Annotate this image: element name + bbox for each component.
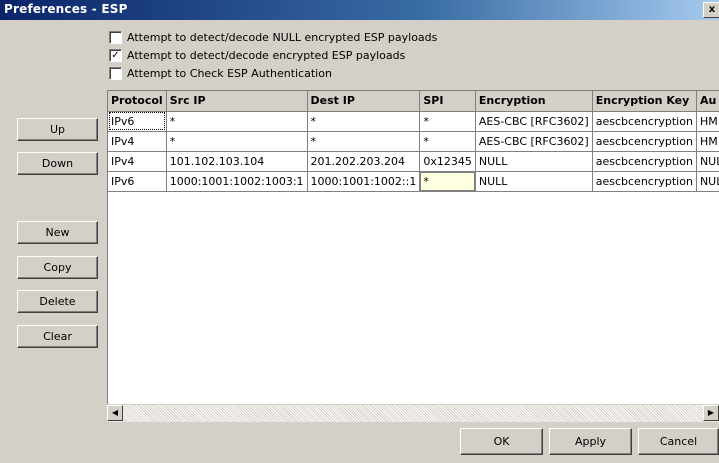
ok-button[interactable]: OK	[460, 428, 543, 455]
checkbox-encrypted[interactable]: ✓	[109, 48, 122, 62]
option-label: Attempt to Check ESP Authentication	[127, 66, 332, 80]
table-row[interactable]: IPv4 101.102.103.104 201.202.203.204 0x1…	[108, 151, 719, 172]
close-icon[interactable]: x	[703, 2, 719, 18]
option-label: Attempt to detect/decode encrypted ESP p…	[127, 48, 406, 62]
table-row[interactable]: IPv6 * * * AES-CBC [RFC3602] aescbcencry…	[108, 111, 719, 132]
cell-dest-ip[interactable]: 201.202.203.204	[307, 151, 421, 172]
header-protocol[interactable]: Protocol	[108, 91, 167, 112]
cell-encryption-key[interactable]: aescbcencryption	[592, 151, 697, 172]
checkbox-check-auth[interactable]	[109, 66, 122, 80]
clear-button[interactable]: Clear	[17, 325, 98, 348]
cell-protocol[interactable]: IPv6	[108, 171, 167, 192]
table-row[interactable]: IPv4 * * * AES-CBC [RFC3602] aescbcencry…	[108, 131, 719, 152]
title-bar[interactable]: Preferences - ESP x	[0, 0, 719, 20]
cell-protocol[interactable]: IPv4	[108, 151, 167, 172]
cell-authentication[interactable]: NUL	[696, 151, 719, 172]
scroll-left-icon[interactable]: ◀	[107, 405, 123, 421]
cell-spi[interactable]: 0x12345	[419, 151, 476, 172]
cell-src-ip[interactable]: 1000:1001:1002:1003:1	[166, 171, 308, 192]
cell-encryption-key[interactable]: aescbcencryption	[592, 131, 697, 152]
cell-encryption-key[interactable]: aescbcencryption	[592, 171, 697, 192]
cell-protocol[interactable]: IPv6	[108, 111, 167, 132]
apply-button[interactable]: Apply	[549, 428, 632, 455]
option-check-auth[interactable]: Attempt to Check ESP Authentication	[109, 65, 332, 81]
cell-encryption[interactable]: NULL	[475, 151, 593, 172]
header-dest-ip[interactable]: Dest IP	[307, 91, 421, 112]
up-button[interactable]: Up	[17, 118, 98, 141]
table-row[interactable]: IPv6 1000:1001:1002:1003:1 1000:1001:100…	[108, 171, 719, 192]
cell-encryption-key[interactable]: aescbcencryption	[592, 111, 697, 132]
cell-authentication[interactable]: NUL	[696, 171, 719, 192]
copy-button[interactable]: Copy	[17, 256, 98, 279]
cell-spi-editing[interactable]: *	[419, 171, 476, 192]
header-encryption-key[interactable]: Encryption Key	[592, 91, 697, 112]
cell-authentication[interactable]: HM	[696, 111, 719, 132]
option-encrypted[interactable]: ✓ Attempt to detect/decode encrypted ESP…	[109, 47, 405, 63]
esp-sa-table[interactable]: Protocol Src IP Dest IP SPI Encryption E…	[107, 90, 719, 421]
cell-dest-ip[interactable]: *	[307, 111, 421, 132]
down-button[interactable]: Down	[17, 152, 98, 175]
cell-spi[interactable]: *	[419, 131, 476, 152]
cell-src-ip[interactable]: *	[166, 131, 308, 152]
cell-encryption[interactable]: AES-CBC [RFC3602]	[475, 111, 593, 132]
checkbox-null-encrypted[interactable]	[109, 30, 122, 44]
header-spi[interactable]: SPI	[419, 91, 476, 112]
cell-dest-ip[interactable]: 1000:1001:1002::1	[307, 171, 421, 192]
scroll-right-icon[interactable]: ▶	[703, 405, 719, 421]
cancel-button[interactable]: Cancel	[638, 428, 719, 455]
new-button[interactable]: New	[17, 221, 98, 244]
header-encryption[interactable]: Encryption	[475, 91, 593, 112]
cell-protocol[interactable]: IPv4	[108, 131, 167, 152]
cell-encryption[interactable]: NULL	[475, 171, 593, 192]
cell-spi[interactable]: *	[419, 111, 476, 132]
delete-button[interactable]: Delete	[17, 290, 98, 313]
option-label: Attempt to detect/decode NULL encrypted …	[127, 30, 438, 44]
cell-authentication[interactable]: HM	[696, 131, 719, 152]
cell-dest-ip[interactable]: *	[307, 131, 421, 152]
option-null-encrypted[interactable]: Attempt to detect/decode NULL encrypted …	[109, 29, 437, 45]
cell-encryption[interactable]: AES-CBC [RFC3602]	[475, 131, 593, 152]
window-title: Preferences - ESP	[4, 2, 128, 16]
header-authentication[interactable]: Au	[696, 91, 719, 112]
cell-src-ip[interactable]: 101.102.103.104	[166, 151, 308, 172]
horizontal-scrollbar[interactable]: ◀ ▶	[107, 404, 719, 422]
cell-src-ip[interactable]: *	[166, 111, 308, 132]
header-src-ip[interactable]: Src IP	[166, 91, 308, 112]
